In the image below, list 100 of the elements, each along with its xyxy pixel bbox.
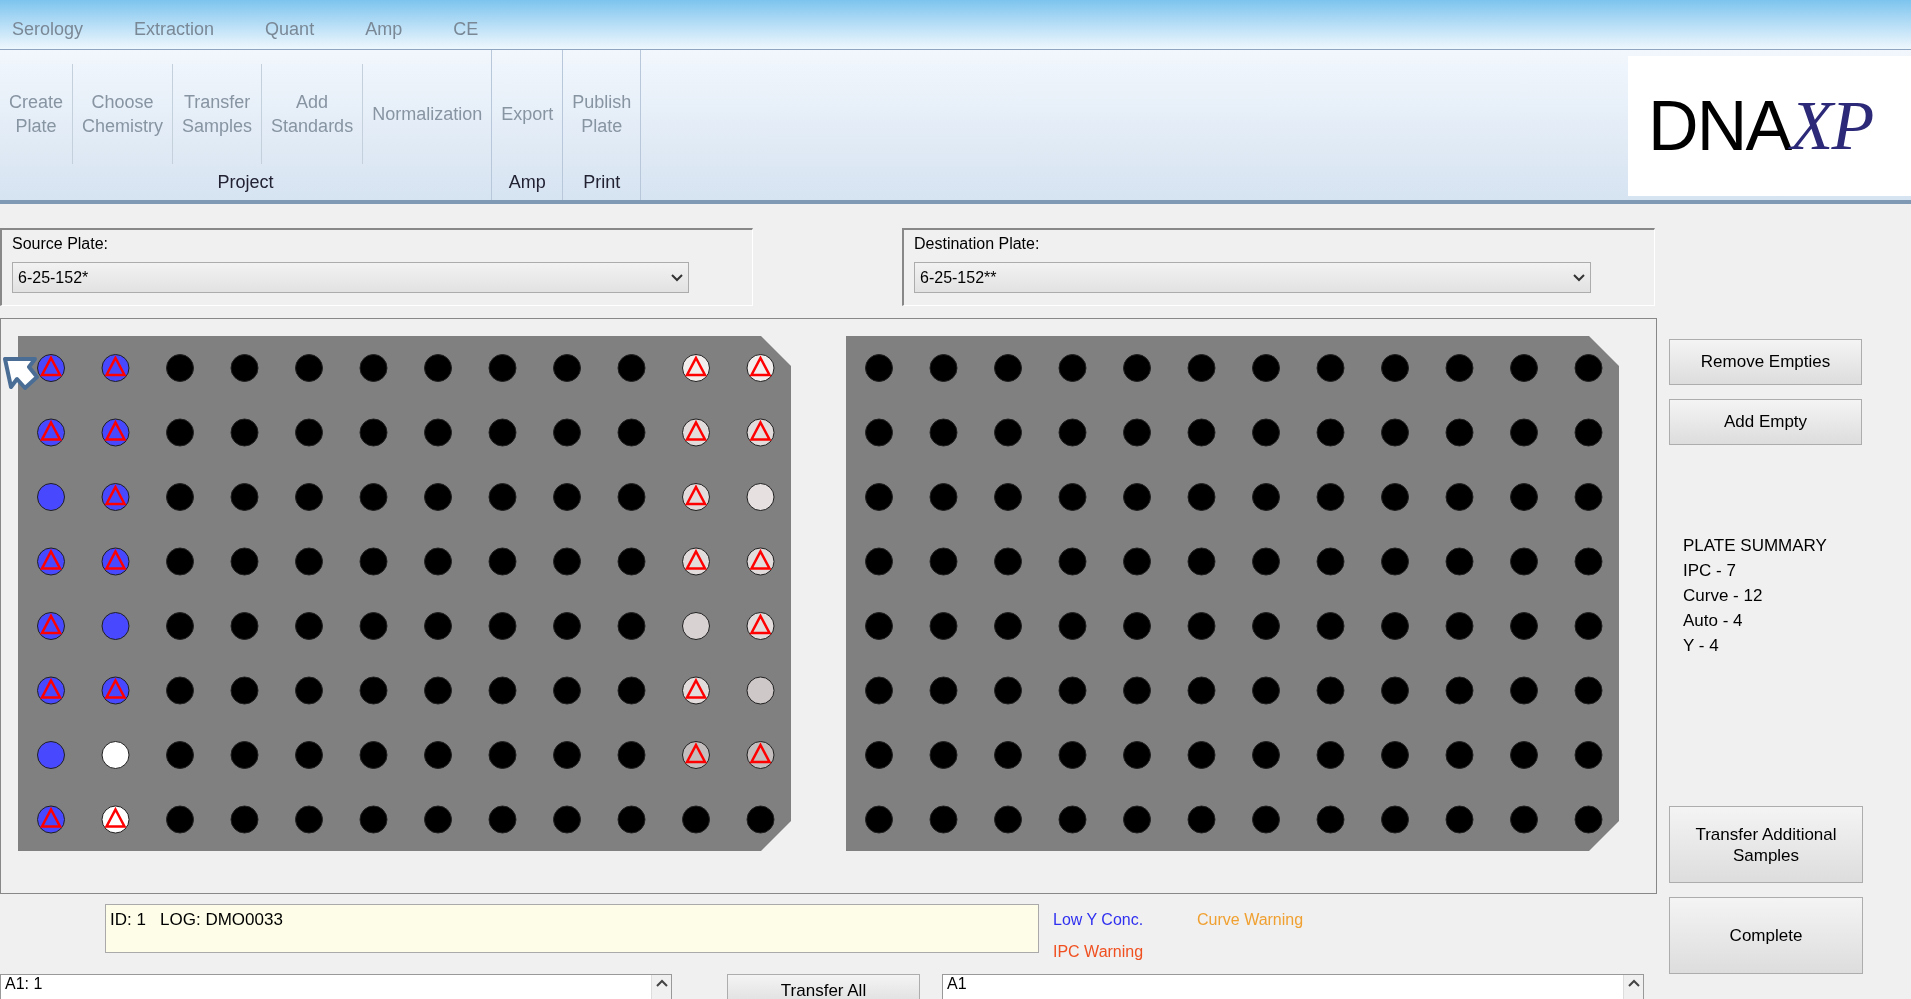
well[interactable] [617, 612, 646, 640]
well[interactable] [865, 676, 893, 705]
well[interactable] [682, 612, 710, 640]
well[interactable] [230, 612, 259, 640]
well[interactable] [166, 805, 194, 834]
well[interactable] [424, 805, 452, 834]
well[interactable] [1058, 741, 1087, 769]
well[interactable] [424, 741, 452, 769]
well[interactable] [1252, 676, 1280, 705]
scrollbar[interactable] [651, 975, 671, 999]
well[interactable] [865, 741, 893, 769]
well[interactable] [929, 741, 958, 769]
scroll-up-icon[interactable] [655, 979, 668, 987]
plate-dropdown[interactable]: 6-25-152** [914, 262, 1591, 293]
well[interactable] [1252, 354, 1280, 382]
well[interactable] [1510, 676, 1538, 705]
well[interactable] [359, 612, 388, 640]
well[interactable] [101, 741, 130, 769]
well[interactable] [1510, 483, 1538, 511]
well[interactable] [230, 676, 259, 705]
well[interactable] [1510, 418, 1538, 447]
well[interactable] [359, 418, 388, 447]
well[interactable] [166, 741, 194, 769]
flagged-well[interactable] [746, 354, 775, 382]
well[interactable] [295, 354, 323, 382]
well[interactable] [359, 547, 388, 576]
well[interactable] [424, 418, 452, 447]
well[interactable] [1123, 676, 1151, 705]
well[interactable] [617, 805, 646, 834]
well[interactable] [1252, 612, 1280, 640]
well[interactable] [1187, 483, 1216, 511]
well[interactable] [1187, 547, 1216, 576]
scroll-up-icon[interactable] [1627, 979, 1640, 987]
well[interactable] [488, 676, 517, 705]
well[interactable] [1574, 483, 1603, 511]
well[interactable] [1058, 676, 1087, 705]
well[interactable] [1316, 354, 1345, 382]
well[interactable] [488, 547, 517, 576]
well[interactable] [1574, 354, 1603, 382]
well[interactable] [1445, 418, 1474, 447]
well[interactable] [1510, 354, 1538, 382]
well[interactable] [1445, 805, 1474, 834]
well[interactable] [488, 354, 517, 382]
well[interactable] [1187, 676, 1216, 705]
well[interactable] [865, 547, 893, 576]
well[interactable] [553, 741, 581, 769]
well[interactable] [553, 483, 581, 511]
well[interactable] [166, 676, 194, 705]
well[interactable] [865, 805, 893, 834]
well[interactable] [359, 805, 388, 834]
well[interactable] [1187, 805, 1216, 834]
well[interactable] [166, 418, 194, 447]
flagged-well[interactable] [682, 483, 710, 511]
flagged-well[interactable] [746, 741, 775, 769]
well[interactable] [929, 483, 958, 511]
well[interactable] [1123, 612, 1151, 640]
well[interactable] [359, 676, 388, 705]
well[interactable] [746, 805, 775, 834]
well[interactable] [1445, 483, 1474, 511]
well[interactable] [617, 741, 646, 769]
well[interactable] [865, 612, 893, 640]
well[interactable] [553, 612, 581, 640]
well[interactable] [865, 418, 893, 447]
side-button[interactable]: Remove Empties [1669, 339, 1862, 385]
well[interactable] [1574, 547, 1603, 576]
well[interactable] [1316, 676, 1345, 705]
well[interactable] [1252, 418, 1280, 447]
well[interactable] [1252, 741, 1280, 769]
well[interactable] [682, 805, 710, 834]
well[interactable] [1316, 805, 1345, 834]
well[interactable] [295, 741, 323, 769]
well[interactable] [1381, 483, 1409, 511]
well[interactable] [994, 676, 1022, 705]
well[interactable] [424, 547, 452, 576]
well[interactable] [295, 418, 323, 447]
well[interactable] [994, 483, 1022, 511]
well[interactable] [1381, 547, 1409, 576]
well[interactable] [1058, 612, 1087, 640]
well[interactable] [359, 741, 388, 769]
well[interactable] [230, 483, 259, 511]
well[interactable] [1058, 418, 1087, 447]
well[interactable] [230, 354, 259, 382]
well[interactable] [1574, 741, 1603, 769]
well[interactable] [1123, 741, 1151, 769]
well[interactable] [488, 418, 517, 447]
well[interactable] [1381, 418, 1409, 447]
well[interactable] [1252, 483, 1280, 511]
chevron-down-icon[interactable] [671, 273, 683, 282]
action-button[interactable]: Complete [1669, 897, 1863, 974]
well[interactable] [295, 805, 323, 834]
well[interactable] [746, 483, 775, 511]
well[interactable] [1058, 354, 1087, 382]
flagged-well[interactable] [682, 676, 710, 705]
well[interactable] [1445, 676, 1474, 705]
well[interactable] [1381, 612, 1409, 640]
scrollbar[interactable] [1623, 975, 1643, 999]
well[interactable] [230, 547, 259, 576]
well[interactable] [929, 418, 958, 447]
plate-dropdown[interactable]: 6-25-152* [12, 262, 689, 293]
well[interactable] [553, 418, 581, 447]
